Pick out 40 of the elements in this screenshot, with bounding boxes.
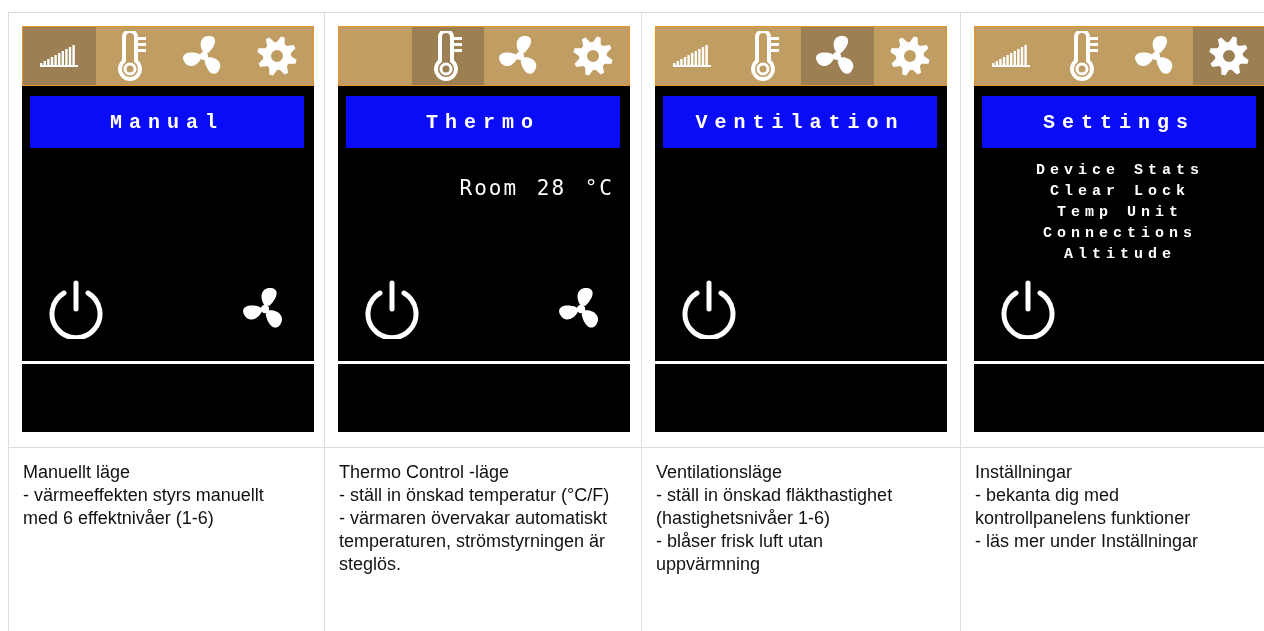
room-temperature: Room 28 °C	[459, 176, 614, 200]
mode-heading: Ventilationsläge	[656, 461, 784, 484]
description-text: - värmeeffekten styrs manuellt med 6 effektnivåer (1-6)	[23, 484, 265, 530]
description-text: - värmaren övervakar automatiskt temperaturen, strömstyrningen är steglös.	[339, 507, 609, 576]
power-button[interactable]	[362, 279, 422, 339]
signal-bars-icon	[673, 45, 712, 67]
thermometer-icon	[748, 31, 781, 81]
power-button[interactable]	[679, 279, 739, 339]
description-text: - ställ in önskad temperatur (°C/F)	[339, 484, 611, 507]
mode-title: Thermo	[346, 96, 620, 148]
power-button[interactable]	[998, 279, 1058, 339]
mode-title: Ventilation	[663, 96, 937, 148]
signal-bars-icon	[992, 45, 1031, 67]
description-text: - bekanta dig med kontrollpanelens funktioner	[975, 484, 1192, 530]
tab-button[interactable]	[1192, 27, 1264, 85]
thermometer-icon	[115, 31, 148, 81]
settings-icon	[571, 35, 614, 77]
description-text: - ställ in önskad fläkthastighet (hastighetsnivåer 1-6)	[656, 484, 894, 530]
thermometer-icon	[431, 31, 464, 81]
mode-title: Settings	[982, 96, 1256, 148]
tab-button[interactable]	[23, 27, 96, 85]
menu-item[interactable]: Device Stats	[1036, 160, 1204, 181]
settings-icon	[888, 35, 931, 77]
mode-heading: Thermo Control -läge	[339, 461, 511, 484]
settings-icon	[255, 35, 298, 77]
tab-button[interactable]	[411, 27, 484, 85]
mode-heading: Inställningar	[975, 461, 1074, 484]
signal-bars-icon	[40, 45, 79, 67]
menu-item[interactable]: Altitude	[1064, 244, 1176, 265]
mode-heading: Manuellt läge	[23, 461, 132, 484]
menu-item[interactable]: Temp Unit	[1057, 202, 1183, 223]
description-text: - blåser frisk luft utan uppvärmning	[656, 530, 825, 576]
description-text: - läs mer under Inställningar	[975, 530, 1200, 553]
tab-button[interactable]	[801, 27, 874, 85]
settings-icon	[1207, 35, 1250, 77]
menu-item[interactable]: Connections	[1043, 223, 1197, 244]
menu-item[interactable]: Clear Lock	[1050, 181, 1190, 202]
power-button[interactable]	[46, 279, 106, 339]
thermometer-icon	[1067, 31, 1100, 81]
mode-title: Manual	[30, 96, 304, 148]
